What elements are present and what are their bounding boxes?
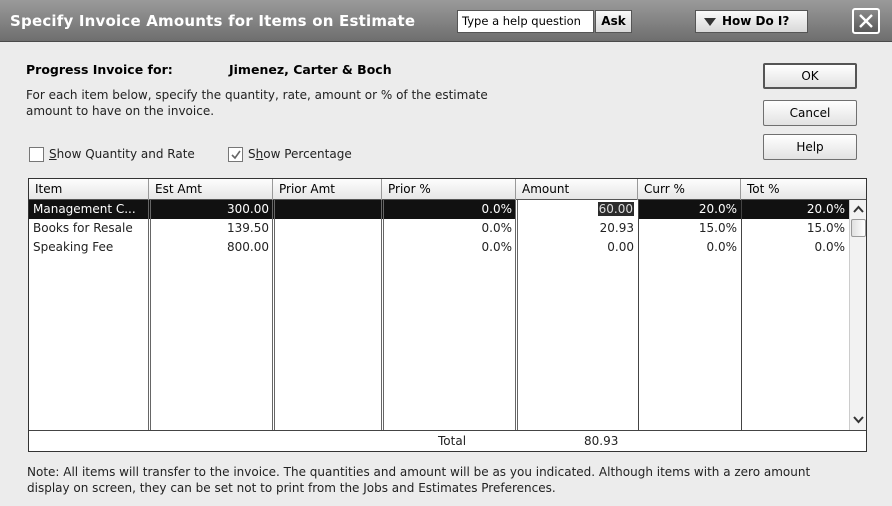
scroll-up-button[interactable]: [851, 202, 866, 217]
show-percentage-label[interactable]: Show Percentage: [248, 147, 352, 161]
column-divider: [272, 200, 275, 430]
progress-invoice-label: Progress Invoice for:: [26, 62, 173, 77]
cell-est-amt[interactable]: 800.00: [149, 238, 273, 257]
show-quantity-rate-label[interactable]: Show Quantity and Rate: [49, 147, 195, 161]
cell-est-amt[interactable]: 300.00: [149, 200, 273, 219]
cell-curr-pct[interactable]: 15.0%: [638, 219, 741, 238]
cell-curr-pct[interactable]: 20.0%: [638, 200, 741, 219]
note-line1: Note: All items will transfer to the inv…: [27, 465, 811, 479]
instructions-line2: amount to have on the invoice.: [26, 104, 215, 118]
col-header-item[interactable]: Item: [29, 179, 149, 200]
cell-prior-amt[interactable]: [273, 238, 382, 257]
help-question-input[interactable]: Type a help question: [457, 10, 594, 33]
total-row: Total 80.93: [29, 430, 866, 451]
cell-prior-pct[interactable]: 0.0%: [382, 219, 516, 238]
close-icon: [859, 14, 873, 28]
table-row[interactable]: Management C... 300.00 0.0% 60.00 20.0% …: [29, 200, 849, 219]
cancel-button[interactable]: Cancel: [763, 100, 857, 126]
amount-selected-text[interactable]: 60.00: [597, 202, 634, 216]
col-header-prior-pct[interactable]: Prior %: [382, 179, 516, 200]
table-header: Item Est Amt Prior Amt Prior % Amount Cu…: [29, 179, 866, 200]
how-do-i-label: How Do I?: [722, 14, 790, 28]
show-quantity-rate-checkbox[interactable]: [29, 147, 44, 162]
cell-tot-pct[interactable]: 15.0%: [741, 219, 849, 238]
chevron-up-icon: [853, 205, 864, 213]
note-line2: display on screen, they can be set not t…: [27, 481, 556, 495]
cell-est-amt[interactable]: 139.50: [149, 219, 273, 238]
total-label: Total: [438, 434, 467, 448]
show-percentage-checkbox[interactable]: [228, 147, 243, 162]
cell-item[interactable]: Management C...: [29, 200, 149, 219]
ok-button[interactable]: OK: [763, 63, 857, 89]
col-header-prior-amt[interactable]: Prior Amt: [273, 179, 382, 200]
customer-name: Jimenez, Carter & Boch: [229, 62, 392, 77]
cell-item[interactable]: Speaking Fee: [29, 238, 149, 257]
column-divider: [381, 200, 384, 430]
cell-tot-pct[interactable]: 20.0%: [741, 200, 849, 219]
total-amount: 80.93: [584, 434, 619, 448]
cell-prior-amt[interactable]: [273, 200, 382, 219]
col-header-tot-pct[interactable]: Tot %: [741, 179, 866, 200]
cell-tot-pct[interactable]: 0.0%: [741, 238, 849, 257]
cell-prior-pct[interactable]: 0.0%: [382, 238, 516, 257]
close-button[interactable]: [852, 8, 880, 34]
cell-prior-amt[interactable]: [273, 219, 382, 238]
cell-amount[interactable]: 0.00: [516, 238, 638, 257]
table-row[interactable]: Books for Resale 139.50 0.0% 20.93 15.0%…: [29, 219, 849, 238]
how-do-i-button[interactable]: How Do I?: [695, 10, 808, 33]
cell-item[interactable]: Books for Resale: [29, 219, 149, 238]
column-divider: [148, 200, 151, 430]
table-scrollbar[interactable]: [849, 200, 866, 430]
table-row[interactable]: Speaking Fee 800.00 0.0% 0.00 0.0% 0.0%: [29, 238, 849, 257]
cell-prior-pct[interactable]: 0.0%: [382, 200, 516, 219]
checkmark-icon: [231, 150, 241, 160]
items-table: Item Est Amt Prior Amt Prior % Amount Cu…: [28, 178, 867, 452]
title-bar: Specify Invoice Amounts for Items on Est…: [0, 0, 892, 42]
col-header-amount[interactable]: Amount: [516, 179, 638, 200]
cell-curr-pct[interactable]: 0.0%: [638, 238, 741, 257]
scroll-down-button[interactable]: [851, 412, 866, 427]
dropdown-arrow-icon: [704, 17, 716, 26]
column-divider: [515, 200, 518, 430]
cell-amount[interactable]: 20.93: [516, 219, 638, 238]
column-divider: [638, 200, 639, 430]
column-divider: [741, 200, 742, 430]
help-button[interactable]: Help: [763, 134, 857, 160]
chevron-down-icon: [853, 416, 864, 424]
col-header-curr-pct[interactable]: Curr %: [638, 179, 741, 200]
scroll-thumb[interactable]: [851, 219, 866, 237]
col-header-est-amt[interactable]: Est Amt: [149, 179, 273, 200]
ask-button[interactable]: Ask: [595, 10, 632, 33]
window-title: Specify Invoice Amounts for Items on Est…: [10, 12, 416, 30]
cell-amount-input[interactable]: 60.00: [516, 200, 638, 219]
instructions-line1: For each item below, specify the quantit…: [26, 88, 488, 102]
